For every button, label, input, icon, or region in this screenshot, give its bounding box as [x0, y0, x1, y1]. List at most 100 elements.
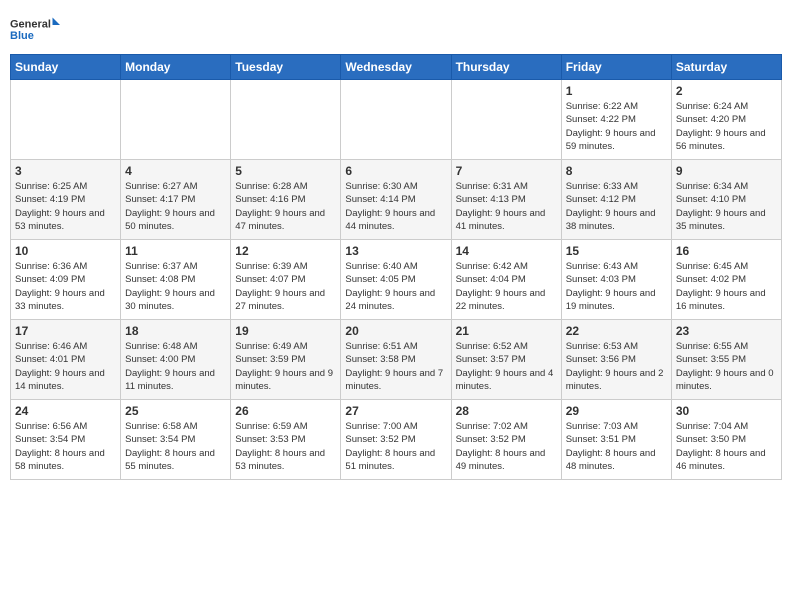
day-number: 1 — [566, 84, 667, 98]
day-info: Sunrise: 6:53 AMSunset: 3:56 PMDaylight:… — [566, 340, 667, 393]
day-number: 4 — [125, 164, 226, 178]
day-info: Sunrise: 6:28 AMSunset: 4:16 PMDaylight:… — [235, 180, 336, 233]
day-number: 25 — [125, 404, 226, 418]
calendar-cell: 29Sunrise: 7:03 AMSunset: 3:51 PMDayligh… — [561, 400, 671, 480]
calendar-cell: 14Sunrise: 6:42 AMSunset: 4:04 PMDayligh… — [451, 240, 561, 320]
day-info: Sunrise: 6:45 AMSunset: 4:02 PMDaylight:… — [676, 260, 777, 313]
day-number: 5 — [235, 164, 336, 178]
day-header-wednesday: Wednesday — [341, 55, 451, 80]
day-header-friday: Friday — [561, 55, 671, 80]
day-info: Sunrise: 7:03 AMSunset: 3:51 PMDaylight:… — [566, 420, 667, 473]
day-info: Sunrise: 6:24 AMSunset: 4:20 PMDaylight:… — [676, 100, 777, 153]
day-info: Sunrise: 6:37 AMSunset: 4:08 PMDaylight:… — [125, 260, 226, 313]
day-number: 12 — [235, 244, 336, 258]
day-info: Sunrise: 6:49 AMSunset: 3:59 PMDaylight:… — [235, 340, 336, 393]
day-info: Sunrise: 6:34 AMSunset: 4:10 PMDaylight:… — [676, 180, 777, 233]
day-header-saturday: Saturday — [671, 55, 781, 80]
calendar-cell — [11, 80, 121, 160]
day-info: Sunrise: 6:40 AMSunset: 4:05 PMDaylight:… — [345, 260, 446, 313]
day-number: 9 — [676, 164, 777, 178]
day-number: 26 — [235, 404, 336, 418]
calendar-cell: 13 Sunrise: 6:40 AMSunset: 4:05 PMDayligh… — [341, 240, 451, 320]
week-row-1: 1 Sunrise: 6:22 AMSunset: 4:22 PMDaylight… — [11, 80, 782, 160]
day-info: Sunrise: 6:46 AMSunset: 4:01 PMDaylight:… — [15, 340, 116, 393]
day-info: Sunrise: 6:59 AMSunset: 3:53 PMDaylight:… — [235, 420, 336, 473]
day-info: Sunrise: 6:39 AMSunset: 4:07 PMDaylight:… — [235, 260, 336, 313]
calendar-cell: 19 Sunrise: 6:49 AMSunset: 3:59 PMDayligh… — [231, 320, 341, 400]
day-number: 28 — [456, 404, 557, 418]
calendar-cell — [451, 80, 561, 160]
calendar-cell: 10Sunrise: 6:36 AMSunset: 4:09 PMDayligh… — [11, 240, 121, 320]
calendar-cell: 9 Sunrise: 6:34 AMSunset: 4:10 PMDaylight… — [671, 160, 781, 240]
calendar-cell: 30 Sunrise: 7:04 AMSunset: 3:50 PMDayligh… — [671, 400, 781, 480]
day-info: Sunrise: 7:02 AMSunset: 3:52 PMDaylight:… — [456, 420, 557, 473]
calendar-cell: 20 Sunrise: 6:51 AMSunset: 3:58 PMDayligh… — [341, 320, 451, 400]
week-row-4: 17 Sunrise: 6:46 AMSunset: 4:01 PMDayligh… — [11, 320, 782, 400]
calendar-table: SundayMondayTuesdayWednesdayThursdayFrid… — [10, 54, 782, 480]
day-info: Sunrise: 6:27 AMSunset: 4:17 PMDaylight:… — [125, 180, 226, 233]
calendar-cell: 16 Sunrise: 6:45 AMSunset: 4:02 PMDayligh… — [671, 240, 781, 320]
day-number: 30 — [676, 404, 777, 418]
day-number: 18 — [125, 324, 226, 338]
calendar-cell — [341, 80, 451, 160]
day-number: 6 — [345, 164, 446, 178]
day-number: 22 — [566, 324, 667, 338]
day-number: 24 — [15, 404, 116, 418]
calendar-cell: 2 Sunrise: 6:24 AMSunset: 4:20 PMDaylight… — [671, 80, 781, 160]
day-number: 23 — [676, 324, 777, 338]
day-info: Sunrise: 6:22 AMSunset: 4:22 PMDaylight:… — [566, 100, 667, 153]
calendar-cell: 28 Sunrise: 7:02 AMSunset: 3:52 PMDayligh… — [451, 400, 561, 480]
calendar-cell: 18 Sunrise: 6:48 AMSunset: 4:00 PMDayligh… — [121, 320, 231, 400]
day-info: Sunrise: 6:25 AMSunset: 4:19 PMDaylight:… — [15, 180, 116, 233]
day-number: 2 — [676, 84, 777, 98]
calendar-cell: 3 Sunrise: 6:25 AMSunset: 4:19 PMDaylight… — [11, 160, 121, 240]
day-info: Sunrise: 6:55 AMSunset: 3:55 PMDaylight:… — [676, 340, 777, 393]
week-row-2: 3 Sunrise: 6:25 AMSunset: 4:19 PMDaylight… — [11, 160, 782, 240]
logo-svg: General Blue — [10, 10, 60, 50]
day-number: 8 — [566, 164, 667, 178]
calendar-cell: 15Sunrise: 6:43 AMSunset: 4:03 PMDayligh… — [561, 240, 671, 320]
day-number: 14 — [456, 244, 557, 258]
calendar-cell: 24 Sunrise: 6:56 AMSunset: 3:54 PMDayligh… — [11, 400, 121, 480]
svg-text:Blue: Blue — [10, 30, 34, 42]
calendar-cell: 17 Sunrise: 6:46 AMSunset: 4:01 PMDayligh… — [11, 320, 121, 400]
day-info: Sunrise: 6:30 AMSunset: 4:14 PMDaylight:… — [345, 180, 446, 233]
day-header-tuesday: Tuesday — [231, 55, 341, 80]
day-info: Sunrise: 6:48 AMSunset: 4:00 PMDaylight:… — [125, 340, 226, 393]
svg-text:General: General — [10, 19, 51, 31]
day-info: Sunrise: 6:43 AMSunset: 4:03 PMDaylight:… — [566, 260, 667, 313]
day-info: Sunrise: 6:51 AMSunset: 3:58 PMDaylight:… — [345, 340, 446, 393]
calendar-cell: 25Sunrise: 6:58 AMSunset: 3:54 PMDayligh… — [121, 400, 231, 480]
calendar-cell: 7 Sunrise: 6:31 AMSunset: 4:13 PMDaylight… — [451, 160, 561, 240]
day-number: 3 — [15, 164, 116, 178]
day-number: 19 — [235, 324, 336, 338]
day-info: Sunrise: 6:33 AMSunset: 4:12 PMDaylight:… — [566, 180, 667, 233]
day-number: 7 — [456, 164, 557, 178]
day-number: 13 — [345, 244, 446, 258]
day-info: Sunrise: 6:31 AMSunset: 4:13 PMDaylight:… — [456, 180, 557, 233]
week-row-3: 10Sunrise: 6:36 AMSunset: 4:09 PMDayligh… — [11, 240, 782, 320]
day-number: 16 — [676, 244, 777, 258]
day-number: 27 — [345, 404, 446, 418]
calendar-cell: 26 Sunrise: 6:59 AMSunset: 3:53 PMDayligh… — [231, 400, 341, 480]
calendar-cell: 5 Sunrise: 6:28 AMSunset: 4:16 PMDaylight… — [231, 160, 341, 240]
day-info: Sunrise: 7:04 AMSunset: 3:50 PMDaylight:… — [676, 420, 777, 473]
calendar-cell: 11 Sunrise: 6:37 AMSunset: 4:08 PMDayligh… — [121, 240, 231, 320]
calendar-cell: 4 Sunrise: 6:27 AMSunset: 4:17 PMDaylight… — [121, 160, 231, 240]
day-header-thursday: Thursday — [451, 55, 561, 80]
day-info: Sunrise: 6:36 AMSunset: 4:09 PMDaylight:… — [15, 260, 116, 313]
calendar-cell: 21Sunrise: 6:52 AMSunset: 3:57 PMDayligh… — [451, 320, 561, 400]
calendar-cell: 23 Sunrise: 6:55 AMSunset: 3:55 PMDayligh… — [671, 320, 781, 400]
calendar-cell: 1 Sunrise: 6:22 AMSunset: 4:22 PMDaylight… — [561, 80, 671, 160]
day-header-monday: Monday — [121, 55, 231, 80]
day-number: 21 — [456, 324, 557, 338]
calendar-cell: 8 Sunrise: 6:33 AMSunset: 4:12 PMDaylight… — [561, 160, 671, 240]
day-number: 20 — [345, 324, 446, 338]
calendar-cell — [231, 80, 341, 160]
calendar-cell: 6 Sunrise: 6:30 AMSunset: 4:14 PMDaylight… — [341, 160, 451, 240]
day-number: 17 — [15, 324, 116, 338]
day-number: 11 — [125, 244, 226, 258]
day-info: Sunrise: 6:56 AMSunset: 3:54 PMDaylight:… — [15, 420, 116, 473]
calendar-cell: 12 Sunrise: 6:39 AMSunset: 4:07 PMDayligh… — [231, 240, 341, 320]
week-row-5: 24 Sunrise: 6:56 AMSunset: 3:54 PMDayligh… — [11, 400, 782, 480]
